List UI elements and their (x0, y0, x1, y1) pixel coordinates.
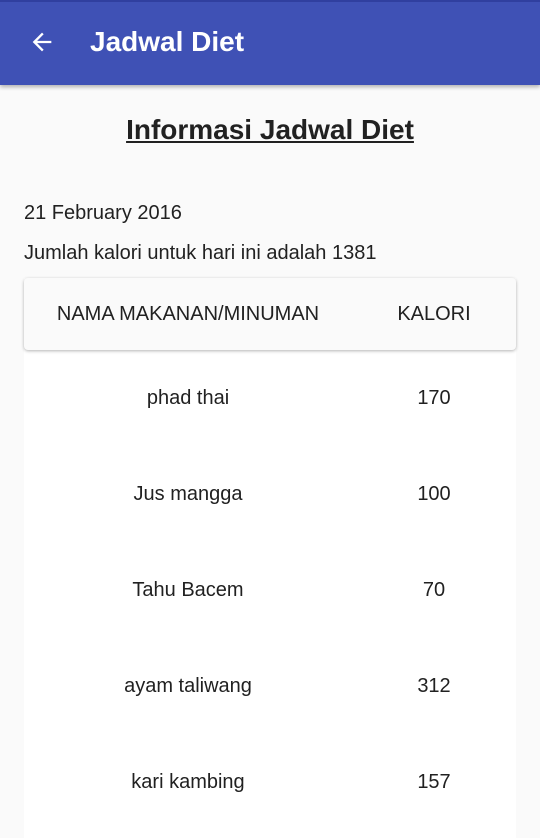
table-row[interactable]: phad thai 170 (24, 350, 516, 446)
total-calories-label: Jumlah kalori untuk hari ini adalah 1381 (24, 242, 377, 264)
diet-table: NAMA MAKANAN/MINUMAN KALORI phad thai 17… (24, 278, 516, 838)
header-name: NAMA MAKANAN/MINUMAN (56, 302, 320, 325)
table-row[interactable]: ayam taliwang 312 (24, 638, 516, 734)
table-row[interactable]: kari kambing 157 (24, 734, 516, 830)
food-name: kari kambing (131, 770, 245, 793)
arrow-left-icon (32, 32, 52, 52)
header-kalori: KALORI (397, 302, 471, 325)
food-name: Jus mangga (133, 482, 243, 505)
food-name: phad thai (146, 386, 230, 409)
back-button[interactable] (28, 28, 56, 56)
food-kalori: 70 (422, 578, 446, 601)
date-label: 21 February 2016 (24, 202, 182, 224)
food-name: ayam taliwang (124, 674, 252, 697)
app-bar: Jadwal Diet (0, 0, 540, 85)
food-kalori: 100 (417, 482, 451, 505)
page-heading: Informasi Jadwal Diet (126, 114, 414, 145)
table-row[interactable]: Tahu Bacem 70 (24, 542, 516, 638)
food-kalori: 157 (417, 770, 451, 793)
table-row[interactable]: Jus mangga 100 (24, 446, 516, 542)
food-name: Tahu Bacem (132, 578, 244, 601)
app-title: Jadwal Diet (90, 26, 245, 57)
table-header: NAMA MAKANAN/MINUMAN KALORI (24, 278, 516, 350)
food-kalori: 312 (417, 674, 451, 697)
food-kalori: 170 (417, 386, 451, 409)
